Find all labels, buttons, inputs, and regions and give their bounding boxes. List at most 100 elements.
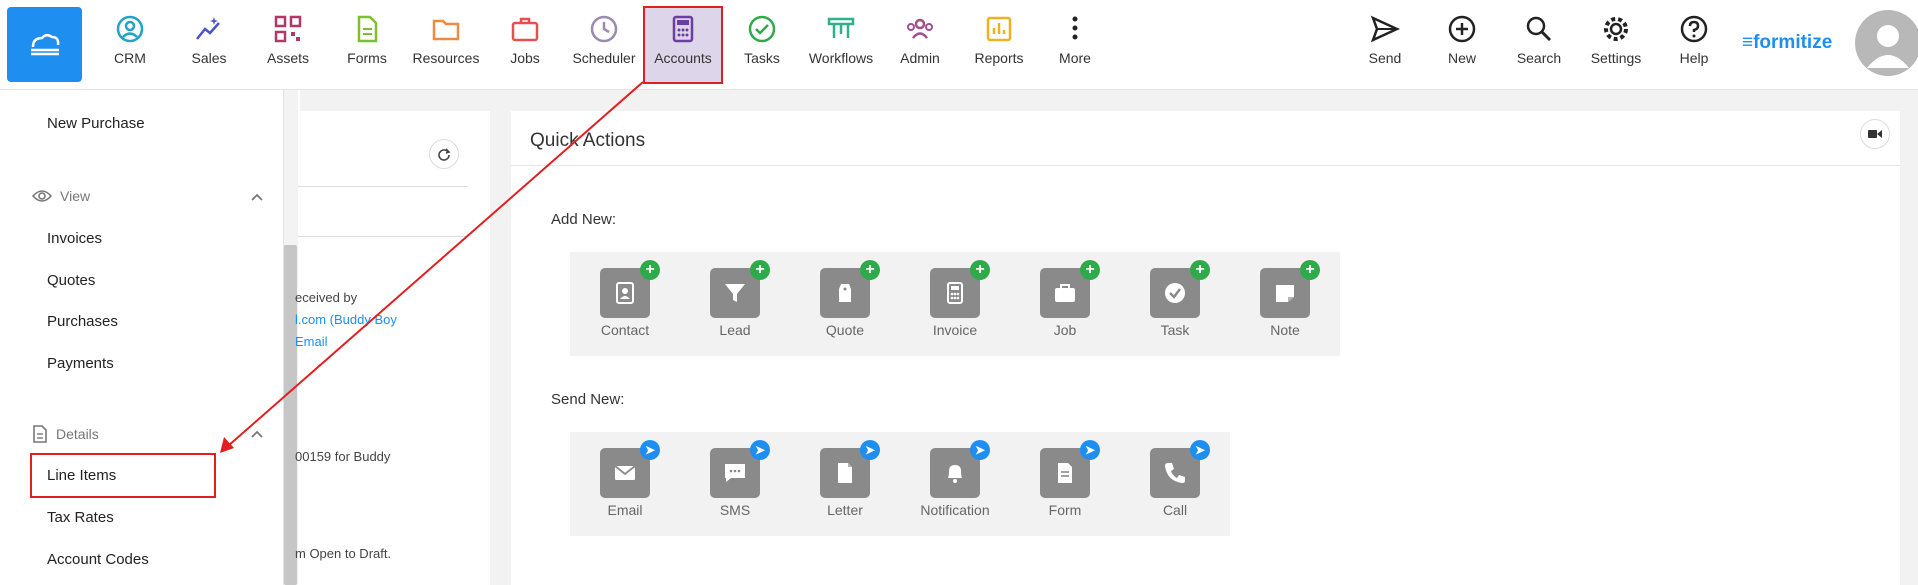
tile-label: SMS: [719, 502, 751, 518]
users-icon: [907, 18, 933, 39]
nav-label: Scheduler: [572, 50, 636, 66]
nav-admin[interactable]: Admin: [882, 14, 958, 74]
nav-label: More: [1059, 50, 1091, 66]
chevron-up-icon[interactable]: [250, 190, 264, 204]
plus-badge-icon: +: [1300, 260, 1320, 280]
brand-logo[interactable]: ≡formitize: [1742, 32, 1832, 54]
brand-name: formitize: [1753, 32, 1833, 53]
tile-label: Call: [1162, 502, 1188, 518]
chevron-up-icon[interactable]: [250, 427, 264, 441]
sidebar-item-account-codes[interactable]: Account Codes: [47, 551, 149, 568]
folder-icon: [432, 19, 460, 41]
nav-reports[interactable]: Reports: [961, 14, 1037, 74]
plus-badge-icon: +: [860, 260, 880, 280]
nav-label: New: [1447, 50, 1476, 66]
add-lead-tile[interactable]: + Lead: [680, 252, 790, 356]
sidebar-item-invoices[interactable]: Invoices: [47, 230, 102, 247]
nav-label: Assets: [266, 50, 309, 66]
home-button[interactable]: [7, 7, 82, 82]
nav-label: Settings: [1590, 50, 1642, 66]
sidebar-item-payments[interactable]: Payments: [47, 355, 114, 372]
add-note-tile[interactable]: + Note: [1230, 252, 1340, 356]
search-icon: [1526, 16, 1552, 42]
tile-label: Letter: [827, 502, 863, 518]
bar-chart-icon: [986, 16, 1012, 42]
nav-send[interactable]: Send: [1347, 14, 1423, 74]
tile-label: Notification: [920, 502, 990, 518]
user-silhouette-icon: [1867, 25, 1909, 68]
send-form-tile[interactable]: ➤ Form: [1010, 432, 1120, 536]
divider: [298, 236, 468, 237]
nav-workflows[interactable]: Workflows: [803, 14, 879, 74]
tile-label: Email: [607, 502, 643, 518]
paper-plane-icon: [1370, 15, 1400, 43]
add-task-tile[interactable]: + Task: [1120, 252, 1230, 356]
nav-label: CRM: [114, 50, 146, 66]
send-badge-icon: ➤: [970, 440, 990, 460]
highlight-box: [30, 453, 216, 498]
nav-search[interactable]: Search: [1501, 14, 1577, 74]
video-button[interactable]: [1860, 119, 1890, 149]
clock-icon: [590, 15, 618, 43]
sparkle-chart-icon: [196, 17, 220, 40]
gear-icon: [1604, 17, 1628, 41]
nav-new[interactable]: New: [1424, 14, 1500, 74]
add-job-tile[interactable]: + Job: [1010, 252, 1120, 356]
sidebar-item-purchases[interactable]: Purchases: [47, 313, 118, 330]
add-contact-tile[interactable]: + Contact: [570, 252, 680, 356]
add-new-label: Add New:: [551, 211, 617, 228]
nav-resources[interactable]: Resources: [408, 14, 484, 74]
tile-label: Invoice: [932, 322, 978, 338]
qr-code-icon: [274, 15, 302, 43]
nav-label: Send: [1368, 50, 1402, 66]
send-notification-tile[interactable]: ➤ Notification: [900, 432, 1010, 536]
send-call-tile[interactable]: ➤ Call: [1120, 432, 1230, 536]
send-sms-tile[interactable]: ➤ SMS: [680, 432, 790, 536]
nav-settings[interactable]: Settings: [1578, 14, 1654, 74]
activity-link[interactable]: Email: [295, 334, 328, 349]
nav-assets[interactable]: Assets: [250, 14, 326, 74]
nav-label: Forms: [347, 50, 387, 66]
nav-jobs[interactable]: Jobs: [487, 14, 563, 74]
add-invoice-tile[interactable]: + Invoice: [900, 252, 1010, 356]
send-email-tile[interactable]: ➤ Email: [570, 432, 680, 536]
send-letter-tile[interactable]: ➤ Letter: [790, 432, 900, 536]
sidebar-section-label: Details: [56, 426, 99, 442]
nav-help[interactable]: Help: [1656, 14, 1732, 74]
nav-sales[interactable]: Sales: [171, 14, 247, 74]
sidebar-section-details[interactable]: Details: [32, 425, 99, 443]
avatar[interactable]: [1855, 10, 1918, 76]
nav-more[interactable]: More: [1037, 14, 1113, 74]
sidebar-section-view[interactable]: View: [32, 188, 90, 204]
refresh-button[interactable]: [429, 139, 459, 169]
home-cloud-icon: [30, 33, 59, 55]
nav-crm[interactable]: CRM: [92, 14, 168, 74]
workflow-icon: [827, 17, 855, 38]
sidebar-item-new-purchase[interactable]: New Purchase: [47, 115, 145, 132]
nav-tasks[interactable]: Tasks: [724, 14, 800, 74]
nav-accounts[interactable]: Accounts: [643, 6, 723, 84]
video-camera-icon: [1868, 130, 1882, 138]
tile-label: Form: [1048, 502, 1082, 518]
activity-text: 00159 for Buddy: [295, 449, 391, 464]
plus-badge-icon: +: [640, 260, 660, 280]
nav-forms[interactable]: Forms: [329, 14, 405, 74]
divider: [298, 186, 468, 187]
nav-scheduler[interactable]: Scheduler: [566, 14, 642, 74]
activity-link[interactable]: l.com (Buddy Boy: [295, 312, 397, 327]
tile-label: Lead: [719, 322, 751, 338]
plus-badge-icon: +: [750, 260, 770, 280]
refresh-icon: [438, 148, 451, 161]
send-badge-icon: ➤: [640, 440, 660, 460]
briefcase-icon: [511, 17, 539, 42]
sidebar-item-quotes[interactable]: Quotes: [47, 272, 95, 289]
nav-label: Tasks: [744, 50, 780, 66]
sidebar-item-tax-rates[interactable]: Tax Rates: [47, 509, 114, 526]
send-badge-icon: ➤: [1080, 440, 1100, 460]
nav-label: Workflows: [808, 50, 874, 66]
add-quote-tile[interactable]: + Quote: [790, 252, 900, 356]
top-navigation-bar: CRM Sales Assets Forms Resources Jobs Sc…: [0, 0, 1918, 90]
dots-vertical-icon: [1072, 16, 1078, 40]
add-new-row: + Contact + Lead + Quote + Invoice + Job…: [570, 252, 1340, 356]
tile-label: Job: [1053, 322, 1077, 338]
